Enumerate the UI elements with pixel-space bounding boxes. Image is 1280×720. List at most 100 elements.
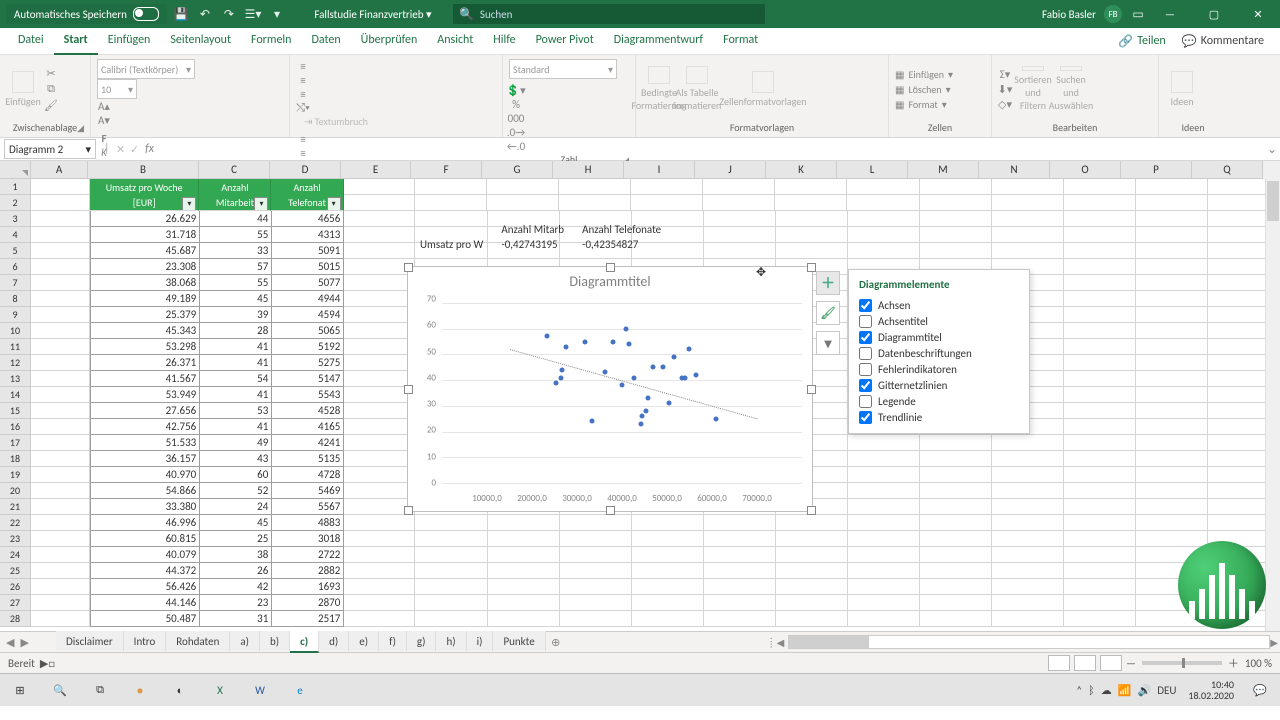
normal-view-button[interactable] bbox=[1048, 655, 1070, 671]
cell[interactable]: 40.970 bbox=[90, 467, 200, 483]
cell[interactable] bbox=[1136, 467, 1208, 483]
cell[interactable]: 57 bbox=[200, 259, 272, 275]
font-size-combo[interactable]: 10▾ bbox=[97, 79, 137, 99]
cell[interactable] bbox=[559, 179, 631, 195]
cell[interactable] bbox=[344, 211, 415, 227]
cell[interactable]: 45 bbox=[200, 291, 272, 307]
cell[interactable]: 43 bbox=[200, 451, 272, 467]
cell[interactable] bbox=[1064, 595, 1136, 611]
cell[interactable] bbox=[488, 595, 560, 611]
cell[interactable] bbox=[920, 483, 992, 499]
word-taskbar-icon[interactable]: W bbox=[240, 674, 280, 706]
cell[interactable] bbox=[920, 451, 992, 467]
sort-filter-button[interactable]: Sortieren und Filtern bbox=[1016, 66, 1050, 112]
cell[interactable]: 23 bbox=[200, 595, 272, 611]
row-header[interactable]: 4 bbox=[0, 227, 31, 243]
cell[interactable]: 56.426 bbox=[90, 579, 200, 595]
row-header[interactable]: 10 bbox=[0, 323, 31, 339]
cell[interactable] bbox=[848, 579, 920, 595]
cell[interactable] bbox=[560, 579, 632, 595]
cell[interactable] bbox=[992, 467, 1064, 483]
cell[interactable] bbox=[776, 515, 848, 531]
row-header[interactable]: 20 bbox=[0, 483, 31, 499]
enter-formula-icon[interactable]: ✓ bbox=[128, 142, 142, 156]
macro-record-icon[interactable]: ▶□ bbox=[40, 657, 55, 670]
cell[interactable] bbox=[920, 595, 992, 611]
cell[interactable]: 25 bbox=[200, 531, 272, 547]
table-header[interactable]: [EUR]▾ bbox=[90, 195, 199, 211]
cell[interactable] bbox=[992, 563, 1064, 579]
cell[interactable] bbox=[31, 291, 90, 307]
cell[interactable] bbox=[1136, 403, 1208, 419]
cut-icon[interactable]: ✂ bbox=[44, 66, 58, 80]
cell[interactable]: 33 bbox=[200, 243, 272, 259]
cell[interactable]: 44 bbox=[200, 211, 272, 227]
autosave-toggle[interactable]: Automatisches Speichern bbox=[6, 4, 167, 24]
cell[interactable] bbox=[992, 611, 1064, 627]
cell[interactable] bbox=[344, 275, 415, 291]
zoom-slider[interactable] bbox=[1142, 661, 1222, 665]
fill-icon[interactable]: ⬇▾ bbox=[998, 82, 1012, 96]
cell[interactable] bbox=[344, 291, 415, 307]
cell[interactable]: 4241 bbox=[272, 435, 344, 451]
cell[interactable]: 2882 bbox=[272, 563, 344, 579]
cell[interactable] bbox=[1064, 515, 1136, 531]
cell[interactable] bbox=[415, 563, 487, 579]
cell[interactable] bbox=[31, 371, 90, 387]
cell[interactable] bbox=[415, 579, 487, 595]
cell[interactable]: 41 bbox=[200, 387, 272, 403]
tab-einfügen[interactable]: Einfügen bbox=[98, 27, 161, 53]
sheet-tab[interactable]: f) bbox=[379, 631, 407, 651]
cell[interactable] bbox=[776, 563, 848, 579]
sheet-tab[interactable]: a) bbox=[230, 631, 260, 651]
cell[interactable] bbox=[560, 531, 632, 547]
cell[interactable] bbox=[344, 195, 415, 211]
cell[interactable]: 60 bbox=[200, 467, 272, 483]
column-header[interactable]: I bbox=[624, 161, 695, 179]
cell[interactable]: 5077 bbox=[272, 275, 344, 291]
cell[interactable] bbox=[1136, 259, 1208, 275]
cell[interactable]: 4165 bbox=[272, 419, 344, 435]
tab-start[interactable]: Start bbox=[54, 27, 98, 55]
cell[interactable] bbox=[1064, 563, 1136, 579]
cell[interactable] bbox=[344, 227, 415, 243]
cell[interactable] bbox=[488, 563, 560, 579]
cell[interactable]: 38.068 bbox=[90, 275, 200, 291]
tab-seitenlayout[interactable]: Seitenlayout bbox=[160, 27, 241, 53]
cell[interactable] bbox=[632, 595, 704, 611]
checkbox[interactable] bbox=[859, 347, 872, 360]
row-header[interactable]: 16 bbox=[0, 419, 31, 435]
undo-icon[interactable]: ↶ bbox=[195, 4, 215, 24]
cell-styles-button[interactable]: Zellenformatvorlagen bbox=[718, 66, 808, 112]
cell[interactable] bbox=[344, 243, 415, 259]
cell[interactable] bbox=[344, 467, 415, 483]
cell[interactable] bbox=[344, 563, 415, 579]
cell[interactable] bbox=[31, 355, 90, 371]
checkbox[interactable] bbox=[859, 379, 872, 392]
cell[interactable]: 54.866 bbox=[90, 483, 200, 499]
table-header[interactable]: Umsatz pro Woche bbox=[90, 179, 199, 195]
cell[interactable]: 31.718 bbox=[90, 227, 200, 243]
cell[interactable] bbox=[704, 515, 776, 531]
cell[interactable]: 36.157 bbox=[90, 451, 200, 467]
tab-überprüfen[interactable]: Überprüfen bbox=[351, 27, 428, 53]
cell[interactable] bbox=[848, 435, 920, 451]
cell[interactable] bbox=[920, 563, 992, 579]
cell[interactable]: 39 bbox=[200, 307, 272, 323]
cell[interactable] bbox=[992, 211, 1064, 227]
cell[interactable] bbox=[31, 275, 90, 291]
find-select-button[interactable]: Suchen und Auswählen bbox=[1054, 66, 1088, 112]
tab-hilfe[interactable]: Hilfe bbox=[483, 27, 525, 53]
copy-icon[interactable]: ⧉ bbox=[44, 82, 58, 96]
cell[interactable] bbox=[1064, 531, 1136, 547]
grow-font-icon[interactable]: A▴ bbox=[97, 99, 111, 113]
cell[interactable] bbox=[1064, 307, 1136, 323]
cell[interactable] bbox=[848, 547, 920, 563]
tab-power pivot[interactable]: Power Pivot bbox=[526, 27, 604, 53]
cell[interactable]: 24 bbox=[200, 499, 272, 515]
cell[interactable] bbox=[1064, 227, 1136, 243]
font-name-combo[interactable]: Calibri (Textkörper)▾ bbox=[97, 59, 195, 79]
cell[interactable] bbox=[415, 547, 487, 563]
tab-diagrammentwurf[interactable]: Diagrammentwurf bbox=[604, 27, 713, 53]
cell[interactable] bbox=[704, 531, 776, 547]
